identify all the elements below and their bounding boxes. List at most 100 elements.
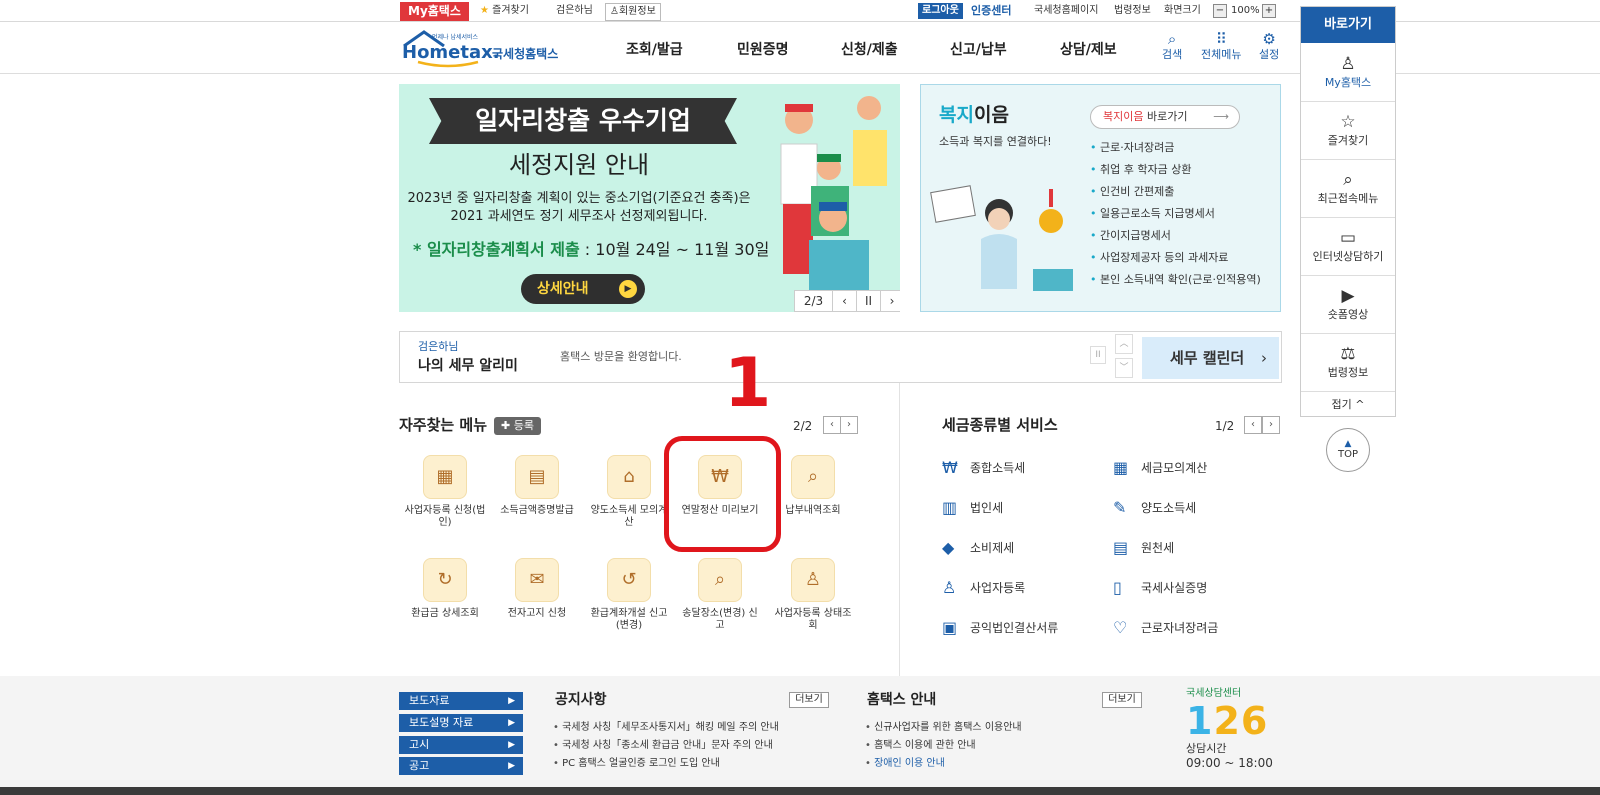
frequent-item-label: 양도소득세 모의계산 (590, 505, 668, 528)
notice-more-button[interactable]: 더보기 (789, 692, 829, 708)
zoom-out-button[interactable]: − (1213, 4, 1227, 18)
logo-text: Hometax. (402, 42, 500, 63)
tax-calendar-label: 세무 캘린더 (1170, 349, 1245, 367)
tax-service-item[interactable]: ♙ 사업자등록 (942, 578, 1025, 598)
law-info-link[interactable]: 법령정보 (1114, 3, 1151, 19)
tax-service-item[interactable]: ₩ 종합소득세 (942, 458, 1025, 478)
consult-center-number: 126 (1186, 700, 1273, 742)
quick-recent-menu[interactable]: ⌕ 최근접속메뉴 (1301, 160, 1395, 218)
heart-icon: ♡ (1113, 618, 1128, 637)
nav-application[interactable]: 신청/제출 (841, 40, 898, 60)
search-icon: ⌕ (1167, 30, 1177, 48)
alarm-pause-button[interactable]: II (1090, 346, 1106, 364)
banner-pause-button[interactable]: II (857, 291, 881, 311)
quick-fold-button[interactable]: 접기 ^ (1301, 393, 1395, 417)
frequent-item[interactable]: ↻ 환급금 상세조회 (403, 558, 487, 620)
alarm-message: 홈택스 방문을 환영합니다. (560, 350, 682, 363)
cert-center-link[interactable]: 인증센터 (971, 3, 1011, 19)
welfare-go-button[interactable]: 복지이음 바로가기 ⟶ (1090, 105, 1240, 129)
tax-service-label: 양도소득세 (1141, 501, 1197, 515)
my-hometax-link[interactable]: My홈택스 (400, 2, 469, 21)
register-button[interactable]: ✚ 등록 (494, 417, 541, 435)
frequent-item[interactable]: ⌕ 납부내역조회 (771, 455, 855, 517)
quick-shortform-video[interactable]: ▶ 숏폼영상 (1301, 276, 1395, 334)
banner-prev-button[interactable]: ‹ (833, 291, 857, 311)
hometax-logo[interactable]: 언제나 납세서비스 Hometax. 국세청홈택스 (398, 28, 568, 70)
guide-item[interactable]: 홈택스 이용에 관한 안내 (865, 737, 1022, 755)
tax-service-item[interactable]: ✎ 양도소득세 (1113, 498, 1196, 518)
member-info-link[interactable]: ♙회원정보 (605, 3, 661, 21)
welfare-item[interactable]: 사업장제공자 등의 과세자료 (1090, 247, 1261, 269)
notice-item[interactable]: 국세청 사칭「종소세 환급금 안내」문자 주의 안내 (553, 737, 779, 755)
tax-service-item[interactable]: ▤ 원천세 (1113, 538, 1174, 558)
main-banner[interactable]: 일자리창출 우수기업 세정지원 안내 2023년 중 일자리창출 계획이 있는 … (399, 84, 900, 312)
settings-button[interactable]: ⚙ 설정 (1259, 30, 1279, 62)
logout-button[interactable]: 로그아웃 (918, 3, 963, 19)
tax-calendar-button[interactable]: 세무 캘린더 › (1142, 337, 1279, 379)
play-icon: ▶ (619, 280, 637, 298)
nav-report-payment[interactable]: 신고/납부 (950, 40, 1007, 60)
favorites-link[interactable]: ★ 즐겨찾기 (480, 3, 529, 19)
banner-next-button[interactable]: › (881, 291, 900, 311)
triangle-right-icon: ▶ (508, 696, 515, 706)
quick-favorites[interactable]: ☆ 즐겨찾기 (1301, 102, 1395, 160)
tax-service-item[interactable]: ◆ 소비제세 (942, 538, 1014, 558)
quick-my-hometax[interactable]: ♙ My홈택스 (1301, 44, 1395, 102)
frequent-next-button[interactable]: › (840, 416, 858, 434)
welfare-subtitle: 소득과 복지를 연결하다! (939, 135, 1052, 148)
tax-services-prev-button[interactable]: ‹ (1244, 416, 1262, 434)
welfare-item[interactable]: 본인 소득내역 확인(근로·인적용역) (1090, 269, 1261, 291)
tax-service-label: 종합소득세 (970, 461, 1026, 475)
grid-menu-icon: ⠿ (1215, 30, 1227, 48)
welfare-illustration-icon (930, 185, 1073, 291)
banner-detail-button[interactable]: 상세안내 ▶ (521, 274, 645, 304)
tax-service-item[interactable]: ▯ 국세사실증명 (1113, 578, 1207, 598)
quick-law-info[interactable]: ⚖ 법령정보 (1301, 334, 1395, 392)
refund-account-icon: ↺ (607, 558, 651, 602)
welfare-item[interactable]: 일용근로소득 지급명세서 (1090, 203, 1261, 225)
alarm-up-button[interactable]: ︿ (1115, 334, 1133, 354)
alarm-down-button[interactable]: ﹀ (1115, 358, 1133, 378)
frequent-item[interactable]: ✉ 전자고지 신청 (495, 558, 579, 620)
frequent-prev-button[interactable]: ‹ (823, 416, 841, 434)
notice-item[interactable]: PC 홈택스 얼굴인증 로그인 도입 안내 (553, 755, 779, 773)
nav-consult[interactable]: 상담/제보 (1060, 40, 1117, 60)
guide-item[interactable]: 신규사업자를 위한 홈택스 이용안내 (865, 719, 1022, 737)
arrow-right-icon: ⟶ (1213, 110, 1229, 123)
frequent-item[interactable]: ▦ 사업자등록 신청(법인) (403, 455, 487, 529)
frequent-item[interactable]: ⌕ 송달장소(변경) 신고 (678, 558, 762, 632)
zoom-in-button[interactable]: + (1262, 4, 1276, 18)
welfare-item[interactable]: 근로·자녀장려금 (1090, 137, 1261, 159)
announcement-button[interactable]: 공고 ▶ (399, 757, 523, 775)
press-explanation-button[interactable]: 보도설명 자료 ▶ (399, 714, 523, 732)
user-greeting: 검은하님 (556, 5, 593, 16)
welfare-item[interactable]: 취업 후 학자금 상환 (1090, 159, 1261, 181)
tax-service-item[interactable]: ▣ 공익법인결산서류 (942, 618, 1058, 638)
press-release-button[interactable]: 보도자료 ▶ (399, 692, 523, 710)
frequent-item[interactable]: ♙ 사업자등록 상태조회 (771, 558, 855, 632)
tax-services-next-button[interactable]: › (1262, 416, 1280, 434)
notice-item[interactable]: 국세청 사칭「세무조사통지서」해킹 메일 주의 안내 (553, 719, 779, 737)
frequent-item[interactable]: ↺ 환급계좌개설 신고(변경) (587, 558, 671, 632)
nav-inquiry[interactable]: 조회/발급 (626, 40, 683, 60)
welfare-item[interactable]: 인건비 간편제출 (1090, 181, 1261, 203)
triangle-right-icon: ▶ (508, 718, 515, 728)
tax-service-item[interactable]: ♡ 근로자녀장려금 (1113, 618, 1218, 638)
banner-period-value: : 10월 24일 ~ 11월 30일 (579, 240, 770, 259)
tax-service-item[interactable]: ▦ 세금모의계산 (1113, 458, 1207, 478)
quick-online-consult[interactable]: ▭ 인터넷상담하기 (1301, 218, 1395, 276)
frequent-item[interactable]: ▤ 소득금액증명발급 (495, 455, 579, 517)
notification-button[interactable]: 고시 ▶ (399, 736, 523, 754)
search-button[interactable]: ⌕ 검색 (1162, 30, 1182, 62)
scroll-top-button[interactable]: TOP (1326, 428, 1370, 472)
tax-service-item[interactable]: ▥ 법인세 (942, 498, 1003, 518)
all-menu-button[interactable]: ⠿ 전체메뉴 (1201, 30, 1241, 62)
house-icon: ⌂ (607, 455, 651, 499)
frequent-item[interactable]: ⌂ 양도소득세 모의계산 (587, 455, 671, 529)
nav-certificate[interactable]: 민원증명 (737, 40, 789, 60)
guide-item[interactable]: 장애인 이용 안내 (865, 755, 1022, 773)
document-icon: ▯ (1113, 578, 1122, 597)
nts-homepage-link[interactable]: 국세청홈페이지 (1034, 3, 1098, 19)
guide-more-button[interactable]: 더보기 (1102, 692, 1142, 708)
welfare-item[interactable]: 간이지급명세서 (1090, 225, 1261, 247)
